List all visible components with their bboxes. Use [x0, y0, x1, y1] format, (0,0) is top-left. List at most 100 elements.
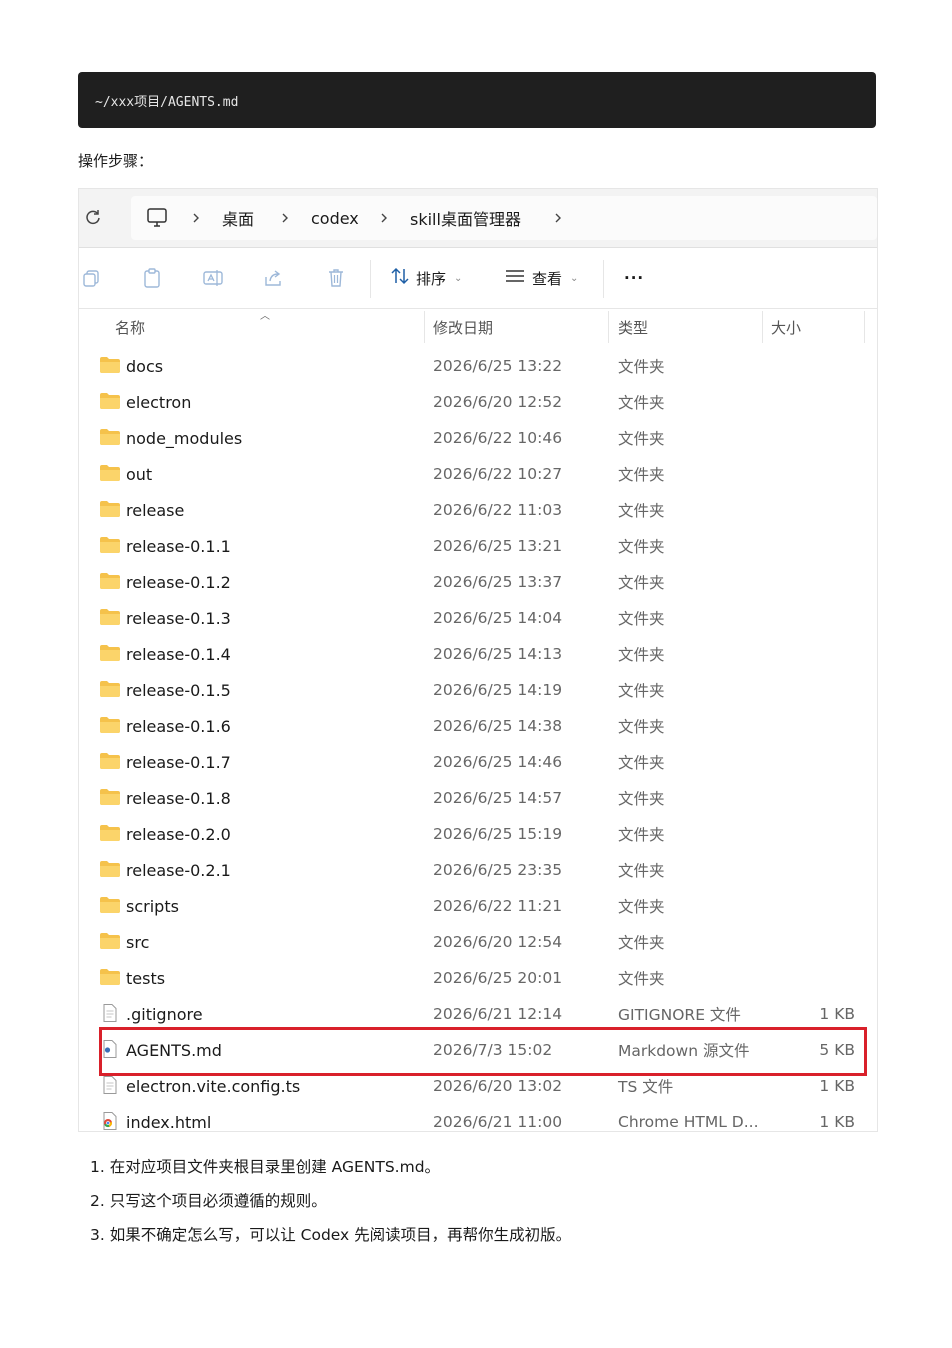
copy-icon[interactable] — [79, 266, 103, 290]
file-date: 2026/6/25 14:46 — [433, 753, 563, 771]
file-date: 2026/6/22 11:03 — [433, 501, 563, 519]
file-type: 文件夹 — [618, 646, 665, 664]
file-name: release-0.1.8 — [126, 788, 231, 808]
table-row[interactable]: release-0.1.2 2026/6/25 13:37 文件夹 — [79, 564, 877, 600]
folder-icon — [99, 860, 121, 878]
step-item: 3. 如果不确定怎么写，可以让 Codex 先阅读项目，再帮你生成初版。 — [90, 1226, 572, 1244]
file-date: 2026/6/25 14:19 — [433, 681, 563, 699]
file-date: 2026/6/25 15:19 — [433, 825, 563, 843]
chevron-down-icon: ⌄ — [570, 272, 579, 284]
file-name: release-0.1.4 — [126, 644, 231, 664]
more-options-button[interactable]: ··· — [624, 263, 644, 293]
rename-icon[interactable] — [201, 266, 225, 290]
table-row[interactable]: index.html 2026/6/21 11:00 Chrome HTML D..… — [79, 1104, 877, 1132]
table-row[interactable]: release-0.1.7 2026/6/25 14:46 文件夹 — [79, 744, 877, 780]
table-row[interactable]: electron 2026/6/20 12:52 文件夹 — [79, 384, 877, 420]
address-bar[interactable]: 桌面 codex skill桌面管理器 — [131, 196, 877, 240]
file-type: 文件夹 — [618, 538, 665, 556]
table-row[interactable]: src 2026/6/20 12:54 文件夹 — [79, 924, 877, 960]
file-name: electron — [126, 392, 192, 412]
table-row[interactable]: release-0.2.0 2026/6/25 15:19 文件夹 — [79, 816, 877, 852]
folder-icon — [99, 716, 121, 734]
steps-list: 1. 在对应项目文件夹根目录里创建 AGENTS.md。 2. 只写这个项目必须… — [90, 1156, 571, 1258]
delete-icon[interactable] — [324, 266, 348, 290]
code-path: ~/xxx项目/AGENTS.md — [95, 94, 239, 110]
folder-icon — [99, 500, 121, 518]
address-row: 桌面 codex skill桌面管理器 — [79, 189, 877, 247]
breadcrumb-codex[interactable]: codex — [311, 196, 359, 240]
folder-icon — [99, 968, 121, 986]
file-name: tests — [126, 968, 166, 988]
file-date: 2026/6/25 13:22 — [433, 357, 563, 375]
column-header-name[interactable]: 名称 — [115, 309, 145, 345]
table-row[interactable]: release-0.1.5 2026/6/25 14:19 文件夹 — [79, 672, 877, 708]
folder-icon — [99, 644, 121, 662]
table-row[interactable]: release-0.1.3 2026/6/25 14:04 文件夹 — [79, 600, 877, 636]
file-name: release-0.2.1 — [126, 860, 231, 880]
column-divider[interactable] — [762, 311, 763, 343]
breadcrumb-desktop[interactable]: 桌面 — [222, 196, 254, 240]
file-icon — [99, 1004, 121, 1022]
folder-icon — [99, 932, 121, 950]
view-button[interactable]: 查看 ⌄ — [504, 263, 578, 293]
file-date: 2026/6/25 23:35 — [433, 861, 563, 879]
step-item: 2. 只写这个项目必须遵循的规则。 — [90, 1192, 327, 1210]
sort-button[interactable]: 排序 ⌄ — [390, 263, 462, 293]
column-header-size[interactable]: 大小 — [771, 309, 801, 345]
table-row[interactable]: release-0.1.8 2026/6/25 14:57 文件夹 — [79, 780, 877, 816]
folder-icon — [99, 428, 121, 446]
table-row[interactable]: scripts 2026/6/22 11:21 文件夹 — [79, 888, 877, 924]
column-divider[interactable] — [864, 311, 865, 343]
file-type: 文件夹 — [618, 358, 665, 376]
folder-icon — [99, 896, 121, 914]
table-row[interactable]: tests 2026/6/25 20:01 文件夹 — [79, 960, 877, 996]
file-name: release-0.1.2 — [126, 572, 231, 592]
share-icon[interactable] — [262, 266, 286, 290]
file-date: 2026/6/25 14:04 — [433, 609, 563, 627]
file-type: 文件夹 — [618, 430, 665, 448]
file-name: index.html — [126, 1112, 212, 1132]
file-type: 文件夹 — [618, 610, 665, 628]
code-block: ~/xxx项目/AGENTS.md — [78, 72, 876, 128]
file-icon — [99, 1076, 121, 1094]
file-size: 1 KB — [819, 1113, 855, 1131]
file-date: 2026/6/20 12:54 — [433, 933, 563, 951]
file-name: out — [126, 464, 153, 484]
file-name: src — [126, 932, 150, 952]
table-row[interactable]: out 2026/6/22 10:27 文件夹 — [79, 456, 877, 492]
column-header-date[interactable]: 修改日期 — [433, 309, 493, 345]
column-divider[interactable] — [608, 311, 609, 343]
file-name: release-0.1.1 — [126, 536, 231, 556]
column-header-type[interactable]: 类型 — [618, 309, 648, 345]
table-row[interactable]: release 2026/6/22 11:03 文件夹 — [79, 492, 877, 528]
view-label: 查看 — [532, 269, 563, 288]
file-date: 2026/6/25 20:01 — [433, 969, 563, 987]
folder-icon — [99, 824, 121, 842]
table-row[interactable]: docs 2026/6/25 13:22 文件夹 — [79, 348, 877, 384]
table-row[interactable]: release-0.1.6 2026/6/25 14:38 文件夹 — [79, 708, 877, 744]
paste-icon[interactable] — [140, 266, 164, 290]
highlight-box — [99, 1027, 867, 1076]
chevron-right-icon[interactable] — [553, 196, 563, 240]
file-date: 2026/6/25 14:38 — [433, 717, 563, 735]
breadcrumb-skill-manager[interactable]: skill桌面管理器 — [410, 196, 521, 240]
command-bar: 排序 ⌄ 查看 ⌄ ··· — [79, 248, 877, 308]
sort-ascending-icon: ︿ — [260, 311, 270, 322]
divider — [603, 260, 604, 298]
file-date: 2026/6/25 14:57 — [433, 789, 563, 807]
file-type: 文件夹 — [618, 574, 665, 592]
chevron-right-icon — [379, 196, 389, 240]
refresh-icon[interactable] — [83, 207, 103, 227]
file-name: release-0.1.3 — [126, 608, 231, 628]
folder-icon — [99, 752, 121, 770]
table-row[interactable]: release-0.1.1 2026/6/25 13:21 文件夹 — [79, 528, 877, 564]
table-row[interactable]: release-0.1.4 2026/6/25 14:13 文件夹 — [79, 636, 877, 672]
file-type: 文件夹 — [618, 394, 665, 412]
file-explorer-screenshot: 桌面 codex skill桌面管理器 排序 ⌄ 查看 ⌄ ··· ︿ 名称 修… — [78, 188, 878, 1132]
column-divider[interactable] — [424, 311, 425, 343]
file-date: 2026/6/21 11:00 — [433, 1113, 563, 1131]
file-type: 文件夹 — [618, 790, 665, 808]
table-row[interactable]: release-0.2.1 2026/6/25 23:35 文件夹 — [79, 852, 877, 888]
file-type: 文件夹 — [618, 502, 665, 520]
table-row[interactable]: node_modules 2026/6/22 10:46 文件夹 — [79, 420, 877, 456]
